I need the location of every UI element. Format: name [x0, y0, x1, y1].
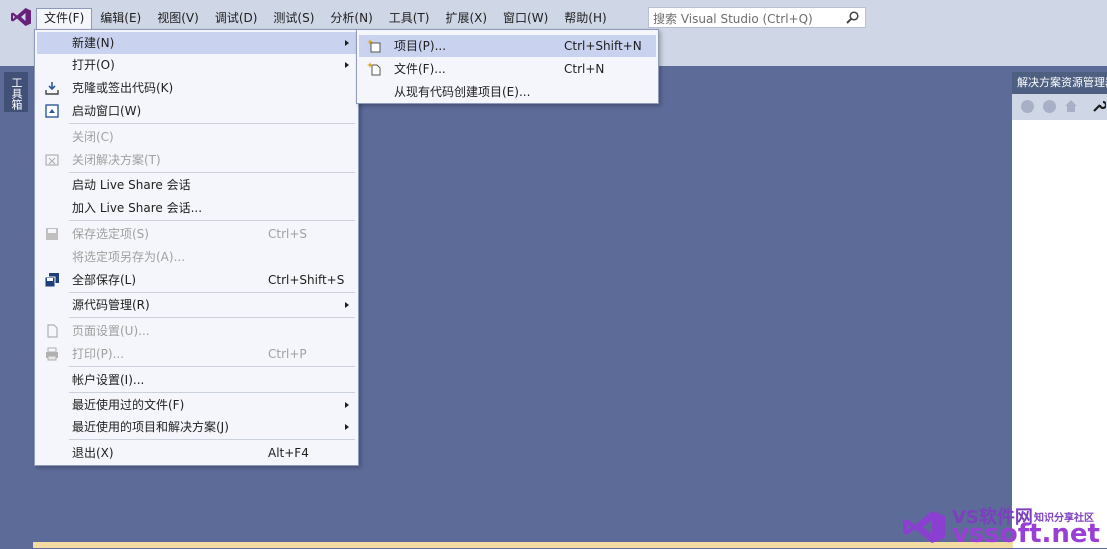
menu-item-shortcut: Ctrl+N — [564, 62, 605, 76]
menu-analyze[interactable]: 分析(N) — [322, 8, 380, 28]
menu-item-open[interactable]: 打开(O) — [37, 54, 356, 76]
solution-explorer-toolbar — [1012, 94, 1107, 120]
menu-item-label: 全部保存(L) — [72, 273, 137, 287]
menu-item-label: 源代码管理(R) — [72, 298, 150, 312]
menu-separator — [69, 392, 355, 393]
menu-item-exit[interactable]: 退出(X) Alt+F4 — [37, 442, 356, 464]
menu-separator — [69, 220, 355, 221]
menu-item-clone[interactable]: 克隆或签出代码(K) — [37, 77, 356, 99]
new-file-icon — [367, 62, 381, 76]
menu-item-recent-projects[interactable]: 最近使用的项目和解决方案(J) — [37, 416, 356, 438]
menu-separator — [69, 439, 355, 440]
menu-item-page-setup[interactable]: 页面设置(U)... — [37, 320, 356, 342]
forward-icon[interactable] — [1043, 100, 1056, 113]
menu-item-label: 打印(P)... — [72, 347, 125, 361]
menu-help[interactable]: 帮助(H) — [556, 8, 614, 28]
menu-item-shortcut: Ctrl+Shift+S — [268, 273, 345, 287]
menu-item-label: 将选定项另存为(A)... — [72, 250, 186, 264]
menu-debug[interactable]: 调试(D) — [207, 8, 266, 28]
search-box[interactable]: 搜索 Visual Studio (Ctrl+Q) — [648, 7, 866, 28]
menu-item-print[interactable]: 打印(P)... Ctrl+P — [37, 343, 356, 365]
menu-item-save-as[interactable]: 将选定项另存为(A)... — [37, 246, 356, 268]
print-icon — [46, 347, 58, 361]
visual-studio-logo-icon — [11, 8, 31, 26]
menu-item-save-selected[interactable]: 保存选定项(S) Ctrl+S — [37, 223, 356, 245]
menu-extensions[interactable]: 扩展(X) — [437, 8, 495, 28]
menu-item-label: 启动 Live Share 会话 — [72, 178, 191, 192]
menu-separator — [69, 172, 355, 173]
save-icon — [46, 228, 58, 240]
menu-item-label: 关闭(C) — [72, 130, 114, 144]
menu-item-project-from-existing-code[interactable]: 从现有代码创建项目(E)... — [359, 81, 656, 103]
menu-item-label: 打开(O) — [72, 58, 115, 72]
menu-item-label: 文件(F)... — [394, 62, 446, 76]
menu-item-label: 克隆或签出代码(K) — [72, 81, 174, 95]
menu-item-shortcut: Ctrl+S — [268, 227, 308, 241]
solution-explorer-title: 解决方案资源管理器 — [1012, 72, 1107, 94]
menu-item-shortcut: Ctrl+Shift+N — [564, 39, 642, 53]
menu-window[interactable]: 窗口(W) — [495, 8, 556, 28]
menu-separator — [69, 123, 355, 124]
menu-item-label: 帐户设置(I)... — [72, 373, 145, 387]
solution-explorer-panel: 解决方案资源管理器 — [1012, 72, 1107, 548]
submenu-arrow-icon — [345, 40, 349, 46]
search-placeholder: 搜索 Visual Studio (Ctrl+Q) — [653, 12, 813, 26]
new-submenu: 项目(P)... Ctrl+Shift+N 文件(F)... Ctrl+N 从现… — [356, 29, 659, 104]
submenu-arrow-icon — [345, 402, 349, 408]
menu-item-account-settings[interactable]: 帐户设置(I)... — [37, 369, 356, 391]
menu-item-label: 页面设置(U)... — [72, 324, 150, 338]
menu-item-label: 保存选定项(S) — [72, 227, 149, 241]
close-solution-icon — [45, 154, 59, 166]
submenu-arrow-icon — [345, 62, 349, 68]
submenu-arrow-icon — [345, 302, 349, 308]
clone-icon — [45, 82, 59, 95]
menu-item-start-live-share[interactable]: 启动 Live Share 会话 — [37, 174, 356, 196]
menu-item-source-control[interactable]: 源代码管理(R) — [37, 294, 356, 316]
menu-item-join-live-share[interactable]: 加入 Live Share 会话... — [37, 197, 356, 219]
menu-test[interactable]: 测试(S) — [265, 8, 322, 28]
status-strip — [33, 542, 1013, 548]
menu-item-label: 新建(N) — [72, 36, 115, 50]
new-project-icon — [367, 39, 381, 53]
menu-item-label: 最近使用过的文件(F) — [72, 398, 185, 412]
menu-item-start-window[interactable]: 启动窗口(W) — [37, 100, 356, 122]
menu-item-shortcut: Alt+F4 — [268, 446, 309, 460]
menu-item-new-project[interactable]: 项目(P)... Ctrl+Shift+N — [359, 35, 656, 57]
menu-item-label: 从现有代码创建项目(E)... — [394, 85, 531, 99]
start-window-icon — [45, 104, 59, 118]
menu-item-label: 退出(X) — [72, 446, 114, 460]
menu-bar: 文件(F) 编辑(E) 视图(V) 调试(D) 测试(S) 分析(N) 工具(T… — [36, 8, 615, 29]
menu-item-label: 最近使用的项目和解决方案(J) — [72, 420, 229, 434]
menu-separator — [69, 317, 355, 318]
toolbox-tab[interactable]: 工具箱 — [4, 72, 28, 112]
menu-item-close-solution[interactable]: 关闭解决方案(T) — [37, 149, 356, 171]
menu-item-save-all[interactable]: 全部保存(L) Ctrl+Shift+S — [37, 269, 356, 291]
menu-item-new[interactable]: 新建(N) — [37, 32, 356, 54]
menu-separator — [69, 292, 355, 293]
file-menu: 新建(N) 打开(O) 克隆或签出代码(K) 启动窗口(W) 关闭(C) 关闭解… — [34, 29, 359, 466]
menu-item-label: 关闭解决方案(T) — [72, 153, 161, 167]
home-icon[interactable] — [1064, 99, 1078, 113]
menu-separator — [69, 366, 355, 367]
menu-item-label: 加入 Live Share 会话... — [72, 201, 203, 215]
menu-tools[interactable]: 工具(T) — [381, 8, 438, 28]
menu-file[interactable]: 文件(F) — [36, 8, 93, 29]
menu-item-shortcut: Ctrl+P — [268, 347, 307, 361]
submenu-arrow-icon — [345, 424, 349, 430]
search-icon — [846, 11, 859, 24]
menu-view[interactable]: 视图(V) — [149, 8, 207, 28]
menu-item-label: 启动窗口(W) — [72, 104, 142, 118]
menu-item-close[interactable]: 关闭(C) — [37, 126, 356, 148]
watermark: VS软件网 知识分享社区 vssoft.net — [902, 505, 1107, 549]
menu-item-recent-files[interactable]: 最近使用过的文件(F) — [37, 394, 356, 416]
menu-edit[interactable]: 编辑(E) — [92, 8, 149, 28]
menu-item-new-file[interactable]: 文件(F)... Ctrl+N — [359, 58, 656, 80]
page-setup-icon — [47, 324, 58, 338]
watermark-logo-icon — [903, 511, 945, 543]
wrench-icon[interactable] — [1092, 99, 1106, 113]
save-all-icon — [45, 273, 59, 287]
menu-item-label: 项目(P)... — [394, 39, 447, 53]
back-icon[interactable] — [1021, 100, 1034, 113]
watermark-domain: vssoft.net — [952, 519, 1100, 549]
